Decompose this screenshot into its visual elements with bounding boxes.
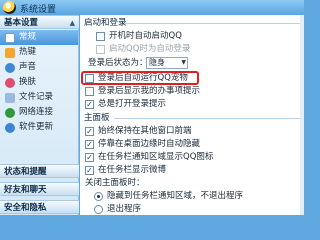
checkbox[interactable]: ✓ xyxy=(85,153,94,162)
sidebar-item-label: 热键 xyxy=(19,47,37,57)
group-main-panel: 主面板 xyxy=(80,112,300,124)
network-icon xyxy=(5,108,15,118)
option-label: 隐藏到任务栏通知区域，不退出程序 xyxy=(107,191,244,201)
sidebar-item-label: 换肤 xyxy=(19,77,37,87)
option-label: 在任务栏通知区域显示QQ图标 xyxy=(98,152,214,162)
sidebar: 基本设置 ▲ 常规 热键 声音 换肤 文件记录 网络连接 软件更新 状态和提醒 … xyxy=(0,15,79,215)
checkbox[interactable] xyxy=(85,87,94,96)
sidebar-item-general[interactable]: 常规 xyxy=(0,30,78,45)
login-status-row: 登录后状态为： 隐身 ▼ xyxy=(88,57,208,70)
option-label: 启动QQ时为自动登录 xyxy=(109,44,191,54)
sidebar-section-label: 基本设置 xyxy=(4,18,39,28)
close-behavior-label: 关闭主面板时： xyxy=(85,177,145,190)
radio-button[interactable] xyxy=(94,192,103,201)
option-label: 在任务栏显示微博 xyxy=(98,165,167,175)
sidebar-item-label: 常规 xyxy=(19,32,37,42)
sidebar-section-basic[interactable]: 基本设置 ▲ xyxy=(0,15,79,29)
chevron-down-icon: ▼ xyxy=(181,59,186,66)
option-label: 开机时自动启动QQ xyxy=(109,31,182,41)
sidebar-section-label: 状态和提醒 xyxy=(4,167,47,177)
update-icon xyxy=(5,123,15,133)
group-divider xyxy=(114,118,300,119)
skin-icon xyxy=(5,78,15,88)
option-label: 始终保持在其他窗口前端 xyxy=(98,126,192,136)
highlight-box xyxy=(81,71,199,85)
group-divider xyxy=(124,23,300,24)
document-icon xyxy=(5,33,15,43)
radio-button[interactable] xyxy=(94,205,103,214)
chevron-up-icon: ▲ xyxy=(69,19,75,27)
option-label: 退出程序 xyxy=(107,204,142,214)
qq-penguin-icon xyxy=(3,1,16,14)
scrollbar[interactable] xyxy=(300,15,304,215)
checkbox[interactable]: ✓ xyxy=(85,127,94,136)
option-label: 登录后显示我的办事项提示 xyxy=(98,86,201,96)
dropdown-value: 隐身 xyxy=(149,58,165,67)
checkbox xyxy=(96,45,105,54)
group-startup: 启动和登录 xyxy=(80,17,300,29)
checkbox[interactable]: ✓ xyxy=(85,140,94,149)
window-title: 系统设置 xyxy=(20,5,57,15)
sidebar-item-update[interactable]: 软件更新 xyxy=(0,120,78,135)
checkbox[interactable] xyxy=(96,32,105,41)
sidebar-section-label: 安全和隐私 xyxy=(4,203,47,213)
settings-content: 启动和登录 开机时自动启动QQ 启动QQ时为自动登录 登录后状态为： 隐身 ▼ … xyxy=(80,15,304,215)
sound-icon xyxy=(5,63,15,73)
sidebar-item-file-record[interactable]: 文件记录 xyxy=(0,90,78,105)
hotkey-icon xyxy=(5,48,15,58)
login-status-dropdown[interactable]: 隐身 ▼ xyxy=(146,57,188,69)
login-status-label: 登录后状态为： xyxy=(88,58,148,68)
sidebar-item-label: 文件记录 xyxy=(19,92,54,102)
group-title: 主面板 xyxy=(84,113,110,123)
file-record-icon xyxy=(5,93,15,103)
settings-window: 系统设置 基本设置 ▲ 常规 热键 声音 换肤 文件记录 网络连接 软件更新 状… xyxy=(0,0,304,215)
option-label: 总是打开登录提示 xyxy=(98,99,167,109)
sidebar-item-label: 网络连接 xyxy=(19,107,54,117)
group-title: 启动和登录 xyxy=(84,18,127,28)
sidebar-item-skin[interactable]: 换肤 xyxy=(0,75,78,90)
sidebar-item-network[interactable]: 网络连接 xyxy=(0,105,78,120)
sidebar-section-security[interactable]: 安全和隐私 xyxy=(0,200,79,214)
sidebar-item-label: 声音 xyxy=(19,62,37,72)
title-bar: 系统设置 xyxy=(0,0,304,15)
option-label: 停靠在桌面边缘时自动隐藏 xyxy=(98,139,201,149)
checkbox[interactable]: ✓ xyxy=(85,166,94,175)
sidebar-section-status[interactable]: 状态和提醒 xyxy=(0,164,79,178)
sidebar-section-friends[interactable]: 好友和聊天 xyxy=(0,182,79,196)
sidebar-section-label: 好友和聊天 xyxy=(4,185,47,195)
sidebar-item-sound[interactable]: 声音 xyxy=(0,60,78,75)
close-label: 关闭主面板时： xyxy=(85,178,145,188)
checkbox[interactable]: ✓ xyxy=(85,100,94,109)
sidebar-item-label: 软件更新 xyxy=(19,122,54,132)
sidebar-item-hotkey[interactable]: 热键 xyxy=(0,45,78,60)
